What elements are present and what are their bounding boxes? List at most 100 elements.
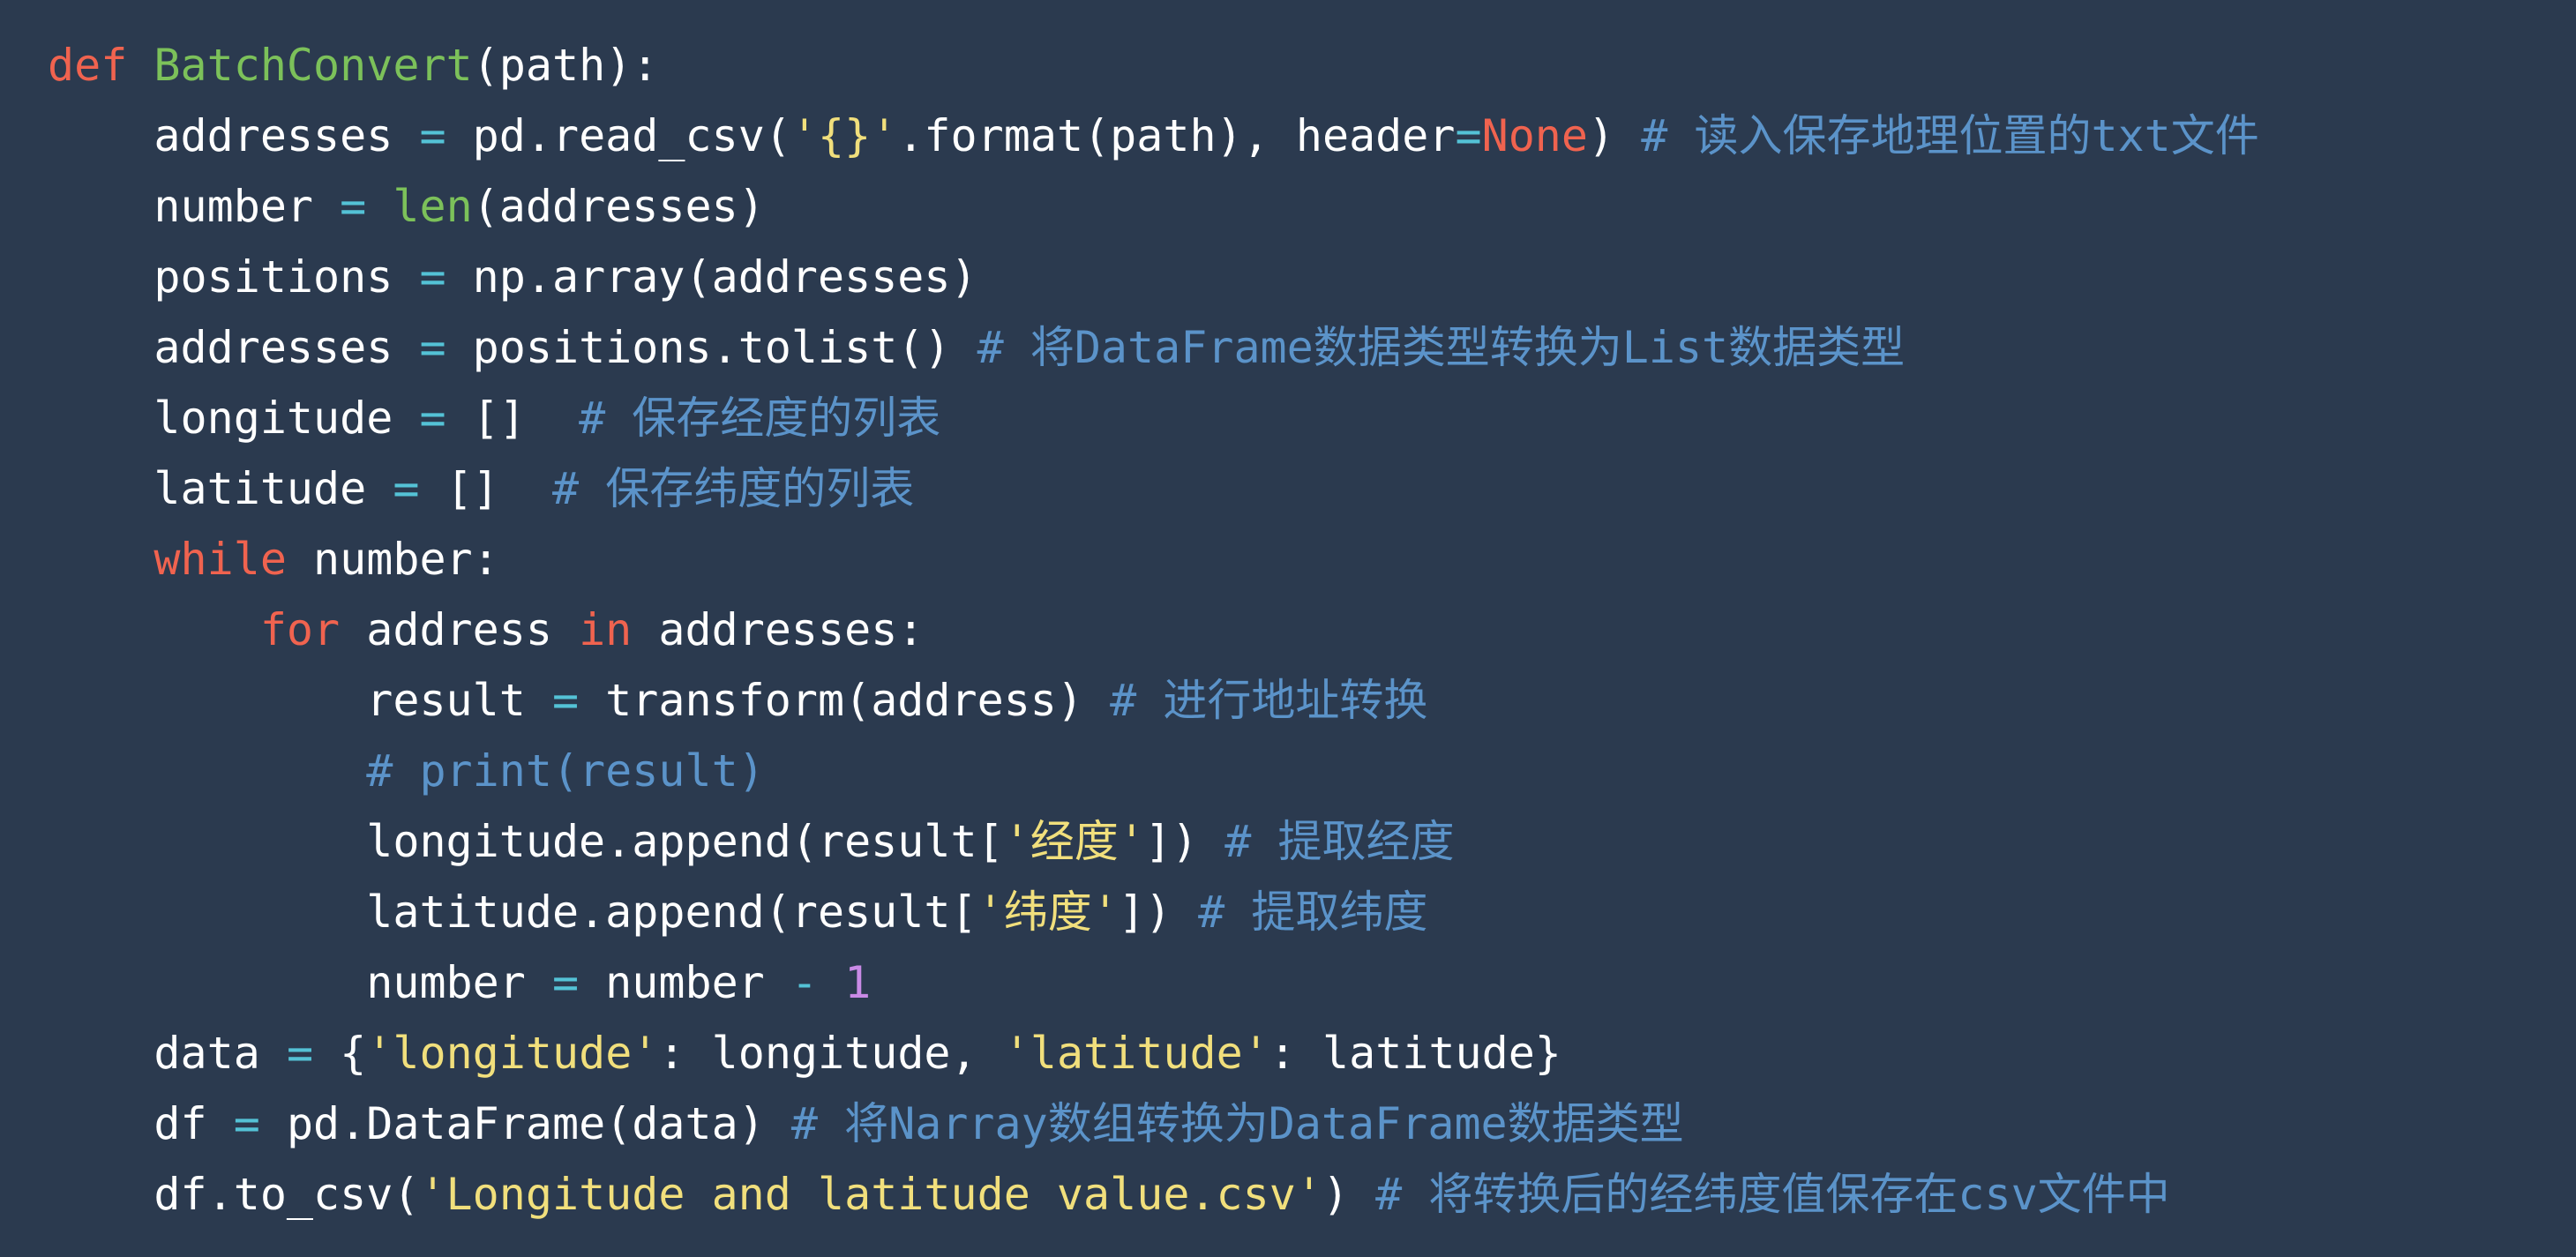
code-line[interactable]: data = {'longitude': longitude, 'latitud… — [48, 1018, 2259, 1089]
code-token: [] — [419, 463, 552, 514]
code-token: : longitude, — [658, 1028, 1004, 1079]
code-token: df.to_csv( — [154, 1169, 420, 1220]
code-block[interactable]: def BatchConvert(path): addresses = pd.r… — [48, 30, 2259, 1230]
code-token: number — [579, 957, 791, 1008]
operator-token: - — [790, 957, 818, 1008]
code-token: positions.tolist() — [446, 322, 977, 373]
code-token: transform(address) — [579, 675, 1111, 726]
code-token: ) — [1588, 110, 1642, 161]
comment-token: # print(result) — [366, 745, 765, 797]
code-token: number — [366, 957, 552, 1008]
code-token: ]) — [1118, 887, 1199, 938]
operator-token: = — [419, 322, 446, 373]
code-token: [] — [446, 393, 580, 444]
code-line[interactable]: number = len(addresses) — [48, 171, 2259, 242]
string-literal-token: '纬度' — [977, 887, 1119, 938]
operator-token: = — [233, 1098, 260, 1149]
code-editor[interactable]: def BatchConvert(path): addresses = pd.r… — [0, 0, 2576, 1257]
code-token: number — [154, 181, 341, 232]
code-token: (path): — [472, 40, 659, 91]
code-token: (addresses) — [472, 181, 765, 232]
code-line[interactable]: df.to_csv('Longitude and latitude value.… — [48, 1159, 2259, 1230]
code-token: latitude.append(result[ — [366, 887, 977, 938]
operator-token: = — [286, 1028, 314, 1079]
operator-token: = — [340, 181, 367, 232]
code-token: pd.read_csv( — [446, 110, 791, 161]
code-token: df — [154, 1098, 234, 1149]
code-line[interactable]: for address in addresses: — [48, 595, 2259, 665]
code-token: ) — [1322, 1169, 1376, 1220]
code-line[interactable]: def BatchConvert(path): — [48, 30, 2259, 101]
code-line[interactable]: longitude = [] # 保存经度的列表 — [48, 383, 2259, 453]
comment-token: # 将DataFrame数据类型转换为List数据类型 — [977, 322, 1906, 373]
code-token: np.array(addresses) — [446, 251, 977, 303]
operator-token: = — [419, 251, 446, 303]
code-line[interactable]: df = pd.DataFrame(data) # 将Narray数组转换为Da… — [48, 1089, 2259, 1159]
string-literal-token: '{}' — [790, 110, 898, 161]
string-literal-token: 'latitude' — [1003, 1028, 1269, 1079]
code-line[interactable]: latitude.append(result['纬度']) # 提取纬度 — [48, 877, 2259, 947]
builtin-token: len — [393, 181, 473, 232]
comment-token: # 提取纬度 — [1198, 887, 1428, 938]
code-token: number: — [286, 534, 499, 585]
keyword-token: in — [579, 604, 633, 655]
code-token: addresses: — [632, 604, 925, 655]
comment-token: # 进行地址转换 — [1110, 675, 1428, 726]
code-token: longitude — [154, 393, 420, 444]
operator-token: = — [1455, 110, 1482, 161]
operator-token: = — [419, 110, 446, 161]
comment-token: # 将Narray数组转换为DataFrame数据类型 — [790, 1098, 1684, 1149]
code-token: { — [313, 1028, 367, 1079]
code-line[interactable]: addresses = positions.tolist() # 将DataFr… — [48, 312, 2259, 383]
function-name-token: BatchConvert — [154, 40, 473, 91]
code-token: : latitude} — [1269, 1028, 1561, 1079]
comment-token: # 保存经度的列表 — [579, 393, 941, 444]
operator-token: = — [393, 463, 420, 514]
code-token: ]) — [1144, 816, 1225, 867]
code-line[interactable]: result = transform(address) # 进行地址转换 — [48, 665, 2259, 736]
code-line[interactable]: positions = np.array(addresses) — [48, 242, 2259, 312]
constant-token: None — [1481, 110, 1589, 161]
code-token: addresses — [154, 110, 420, 161]
code-line[interactable]: number = number - 1 — [48, 947, 2259, 1018]
code-token: result — [366, 675, 552, 726]
operator-token: = — [551, 957, 580, 1008]
comment-token: # 保存纬度的列表 — [551, 463, 915, 514]
code-line[interactable]: addresses = pd.read_csv('{}'.format(path… — [48, 101, 2259, 171]
comment-token: # 读入保存地理位置的txt文件 — [1641, 110, 2259, 161]
string-literal-token: 'longitude' — [366, 1028, 659, 1079]
number-literal-token: 1 — [844, 957, 872, 1008]
keyword-token: def — [48, 40, 128, 91]
string-literal-token: '经度' — [1003, 816, 1145, 867]
comment-token: # 将转换后的经纬度值保存在csv文件中 — [1375, 1169, 2170, 1220]
string-literal-token: 'Longitude and latitude value.csv' — [419, 1169, 1322, 1220]
code-line[interactable]: while number: — [48, 524, 2259, 595]
code-token: positions — [154, 251, 420, 303]
comment-token: # 提取经度 — [1224, 816, 1455, 867]
operator-token: = — [419, 393, 446, 444]
code-line[interactable]: # print(result) — [48, 736, 2259, 806]
code-line[interactable]: longitude.append(result['经度']) # 提取经度 — [48, 806, 2259, 877]
code-token: data — [154, 1028, 287, 1079]
code-token: address — [340, 604, 580, 655]
keyword-token: for — [259, 604, 341, 655]
code-line[interactable]: latitude = [] # 保存纬度的列表 — [48, 453, 2259, 524]
